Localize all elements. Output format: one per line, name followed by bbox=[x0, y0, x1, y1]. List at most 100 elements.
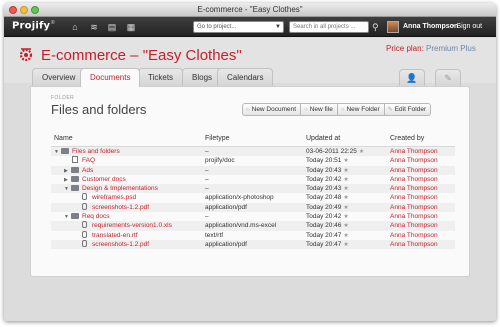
creator-link[interactable]: Anna Thompson bbox=[390, 212, 438, 221]
star-icon[interactable]: ★ bbox=[343, 223, 348, 229]
star-icon[interactable]: ★ bbox=[343, 195, 348, 201]
tab-calendars[interactable]: Calendars bbox=[217, 68, 274, 86]
name-cell: screenshots-1.2.pdf bbox=[54, 239, 149, 249]
paperclip-icon bbox=[82, 230, 87, 238]
tab-blogs[interactable]: Blogs bbox=[182, 68, 223, 86]
item-name-link[interactable]: FAQ bbox=[82, 157, 95, 164]
calendar-icon[interactable]: ▦ bbox=[125, 21, 137, 33]
paperclip-icon bbox=[82, 239, 87, 247]
star-icon[interactable]: ★ bbox=[343, 205, 348, 211]
updated-text: Today 20:49 bbox=[306, 203, 342, 211]
title-bar: E-commerce - "Easy Clothes" bbox=[4, 3, 496, 17]
item-name-link[interactable]: Req docs bbox=[82, 213, 109, 220]
zoom-window-button[interactable] bbox=[31, 6, 39, 14]
table-row[interactable]: ▼ Req docs – Today 20:42 ★ Anna Thompson bbox=[51, 212, 455, 221]
tab-tickets[interactable]: Tickets bbox=[138, 68, 184, 86]
column-updated[interactable]: Updated at bbox=[306, 134, 340, 144]
table-row[interactable]: screenshots-1.2.pdf application/pdf Today … bbox=[51, 202, 455, 213]
documents-panel: FOLDER Files and folders ○ New Document ○… bbox=[30, 86, 470, 277]
star-icon[interactable]: ★ bbox=[343, 177, 348, 183]
home-icon[interactable]: ⌂ bbox=[69, 21, 81, 33]
item-name-link[interactable]: requirements-version1.0.xls bbox=[92, 222, 172, 229]
avatar[interactable] bbox=[387, 21, 399, 33]
updated-text: 03-06-2011 22:25 bbox=[306, 148, 357, 155]
creator-link[interactable]: Anna Thompson bbox=[390, 203, 438, 212]
table-row[interactable]: requirements-version1.0.xls application/v… bbox=[51, 221, 455, 231]
new-document-icon: ○ bbox=[246, 107, 250, 113]
creator-link[interactable]: Anna Thompson bbox=[390, 240, 438, 249]
app-logo[interactable]: Projify® bbox=[12, 20, 55, 31]
creator-link[interactable]: Anna Thompson bbox=[390, 221, 438, 230]
paperclip-icon bbox=[82, 221, 87, 229]
filetype-cell: application/pdf bbox=[205, 240, 247, 248]
go-to-project-select[interactable]: Go to project... ▼ bbox=[193, 21, 284, 33]
sign-out-link[interactable]: • Sign out bbox=[452, 17, 482, 37]
table-row[interactable]: ▼ Files and folders –03-06-2011 22:25 ★ Anna… bbox=[51, 147, 455, 157]
star-icon[interactable]: ★ bbox=[343, 233, 348, 239]
column-name[interactable]: Name bbox=[54, 134, 73, 144]
star-icon[interactable]: ★ bbox=[343, 186, 348, 192]
column-filetype[interactable]: Filetype bbox=[205, 134, 230, 144]
table-row[interactable]: translated-en.rtf text/rtf Today 20:47 ★ Ann… bbox=[51, 230, 455, 240]
document-icon[interactable]: ▤ bbox=[106, 21, 118, 33]
item-name-link[interactable]: wireframes.psd bbox=[92, 194, 136, 201]
item-name-link[interactable]: Design & Implementations bbox=[82, 185, 158, 192]
tab-documents[interactable]: Documents bbox=[80, 68, 141, 87]
edit-tab-icon[interactable]: ✎ bbox=[435, 69, 461, 86]
table-row[interactable]: ▶ Ads – Today 20:43 ★ Anna Thompson bbox=[51, 165, 455, 175]
filetype-cell: – bbox=[205, 175, 209, 183]
filetype-cell: projify/doc bbox=[205, 157, 235, 165]
item-name-link[interactable]: Ads bbox=[82, 167, 93, 174]
paperclip-icon bbox=[82, 193, 87, 201]
item-name-link[interactable]: Files and folders bbox=[72, 148, 120, 155]
edit-folder-icon: ✎ bbox=[387, 107, 393, 113]
filetype-cell: – bbox=[205, 213, 209, 221]
column-created-by[interactable]: Created by bbox=[390, 134, 424, 144]
star-icon[interactable]: ★ bbox=[343, 214, 348, 220]
user-tab-icon[interactable]: 👤 bbox=[399, 69, 425, 86]
new-document-button[interactable]: ○ New Document bbox=[242, 103, 302, 116]
item-name-link[interactable]: screenshots-1.2.pdf bbox=[92, 241, 149, 248]
close-window-button[interactable] bbox=[9, 6, 17, 14]
price-plan-label: Price plan: bbox=[386, 44, 424, 53]
minimize-window-button[interactable] bbox=[20, 6, 28, 14]
filetype-cell: – bbox=[205, 166, 209, 174]
updated-text: Today 20:43 bbox=[306, 166, 342, 174]
star-icon[interactable]: ★ bbox=[343, 168, 348, 174]
table-row[interactable]: ▶ Customer docs – Today 20:42 ★ Anna Thompson bbox=[51, 175, 455, 184]
name-cell: screenshots-1.2.pdf bbox=[54, 202, 149, 212]
star-icon[interactable]: ★ bbox=[343, 242, 348, 248]
search-input[interactable]: Search in all projects ... bbox=[289, 21, 369, 33]
item-name-link[interactable]: Customer docs bbox=[82, 176, 126, 183]
star-icon[interactable]: ★ bbox=[343, 158, 348, 164]
new-document-label: New Document bbox=[251, 106, 297, 113]
go-to-project-text: Go to project... bbox=[197, 24, 237, 30]
creator-link[interactable]: Anna Thompson bbox=[390, 147, 438, 156]
new-file-button[interactable]: ○ New file bbox=[300, 103, 338, 116]
price-plan-value[interactable]: Premium Plus bbox=[426, 44, 476, 53]
user-name[interactable]: Anna Thompson bbox=[403, 17, 458, 37]
creator-link[interactable]: Anna Thompson bbox=[390, 193, 438, 202]
search-icon[interactable]: ⚲ bbox=[372, 21, 379, 33]
table-row[interactable]: wireframes.psd application/x-photoshop Tod… bbox=[51, 193, 455, 202]
creator-link[interactable]: Anna Thompson bbox=[390, 184, 438, 193]
signal-icon[interactable]: ≋ bbox=[88, 21, 100, 33]
creator-link[interactable]: Anna Thompson bbox=[390, 231, 438, 240]
creator-link[interactable]: Anna Thompson bbox=[390, 175, 438, 184]
creator-link[interactable]: Anna Thompson bbox=[390, 156, 438, 165]
star-icon[interactable]: ★ bbox=[359, 149, 364, 155]
new-folder-label: New Folder bbox=[346, 106, 380, 113]
updated-text: Today 20:43 bbox=[306, 185, 342, 193]
item-name-link[interactable]: translated-en.rtf bbox=[92, 232, 138, 239]
app-logo-text: Projify bbox=[12, 20, 51, 32]
table-row[interactable]: screenshots-1.2.pdf application/pdf Today … bbox=[51, 239, 455, 250]
new-folder-button[interactable]: ○ New Folder bbox=[336, 103, 385, 116]
table-row[interactable]: FAQ projify/doc Today 20:51 ★ Anna Thompson bbox=[51, 156, 455, 165]
edit-folder-button[interactable]: ✎ Edit Folder bbox=[383, 103, 432, 116]
table-row[interactable]: ▼ Design & Implementations – Today 20:43 ★ An… bbox=[51, 184, 455, 194]
filetype-cell: application/x-photoshop bbox=[205, 194, 274, 202]
item-name-link[interactable]: screenshots-1.2.pdf bbox=[92, 204, 149, 211]
tab-overview[interactable]: Overview bbox=[32, 68, 86, 86]
creator-link[interactable]: Anna Thompson bbox=[390, 166, 438, 175]
filetype-cell: – bbox=[205, 185, 209, 193]
